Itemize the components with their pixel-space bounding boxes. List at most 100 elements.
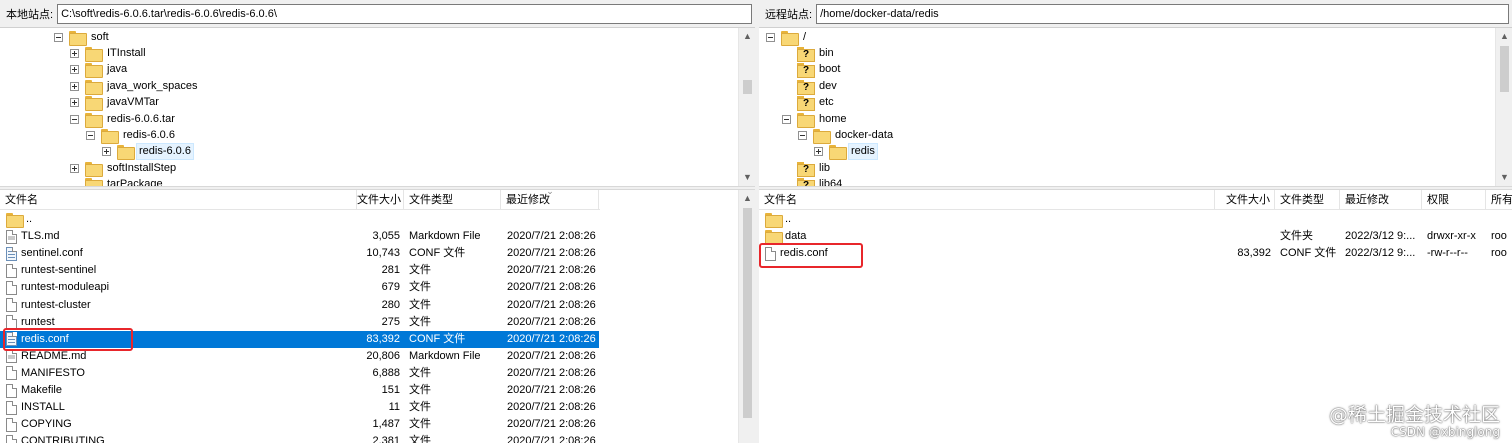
file-modified-cell: 2020/7/21 2:08:26: [507, 230, 596, 243]
file-row[interactable]: runtest-cluster 280 文件 2020/7/21 2:08:26: [0, 297, 599, 314]
folder-icon: [797, 112, 815, 128]
collapse-icon[interactable]: [70, 114, 79, 124]
tree-item[interactable]: boot: [782, 62, 842, 79]
file-name-cell: Makefile: [6, 382, 357, 399]
file-modified-cell: 2020/7/21 2:08:26: [507, 315, 596, 328]
folder-icon: [85, 46, 103, 62]
file-size-cell: 83,392: [1237, 247, 1271, 260]
file-size-cell: 83,392: [366, 332, 400, 345]
expand-icon[interactable]: [814, 147, 823, 157]
tree-item[interactable]: bin: [782, 45, 836, 62]
file-row[interactable]: sentinel.conf 10,743 CONF 文件 2020/7/21 2:08…: [0, 245, 599, 262]
file-modified-cell: 2020/7/21 2:08:26: [507, 366, 596, 379]
scroll-thumb[interactable]: [743, 208, 752, 418]
file-size-cell: 3,055: [372, 230, 400, 243]
file-row[interactable]: ..: [759, 211, 1512, 228]
tree-item[interactable]: redis-6.0.6.tar: [70, 111, 177, 128]
tree-item[interactable]: ITInstall: [70, 45, 148, 62]
col-header-size[interactable]: 文件大小: [1215, 190, 1275, 210]
file-row[interactable]: Makefile 151 文件 2020/7/21 2:08:26: [0, 382, 599, 399]
local-site-path-input[interactable]: [57, 3, 752, 24]
local-tree-scrollbar[interactable]: ▲ ▼: [738, 28, 755, 186]
scroll-up-icon[interactable]: ▲: [1496, 28, 1512, 45]
folder-icon: [765, 230, 783, 246]
expand-icon[interactable]: [70, 163, 79, 173]
expand-icon[interactable]: [70, 98, 79, 108]
file-row[interactable]: INSTALL 11 文件 2020/7/21 2:08:26: [0, 399, 599, 416]
tree-item[interactable]: dev: [782, 78, 839, 95]
tree-item[interactable]: javaVMTar: [70, 95, 161, 112]
col-header-modified[interactable]: 最近修改: [1340, 190, 1422, 210]
col-header-owner[interactable]: 所有: [1486, 190, 1512, 210]
file-icon: [6, 417, 17, 432]
file-size-cell: [1215, 228, 1271, 245]
config-file-icon: [6, 246, 17, 261]
scroll-up-icon[interactable]: ▲: [739, 28, 755, 45]
file-row[interactable]: runtest-moduleapi 679 文件 2020/7/21 2:08:26: [0, 279, 599, 296]
file-row[interactable]: data 文件夹 2022/3/12 9:... drwxr-xr-x roo: [759, 228, 1512, 246]
file-row[interactable]: COPYING 1,487 文件 2020/7/21 2:08:26: [0, 416, 599, 433]
tree-item[interactable]: lib64: [782, 177, 844, 186]
scroll-thumb[interactable]: [743, 80, 752, 94]
collapse-icon[interactable]: [798, 130, 807, 140]
collapse-icon[interactable]: [766, 32, 775, 42]
tree-item[interactable]: tarPackage: [70, 177, 165, 186]
file-type-cell: Markdown File: [409, 349, 481, 362]
expand-icon[interactable]: [70, 65, 79, 75]
collapse-icon[interactable]: [782, 114, 791, 124]
tree-item[interactable]: java: [70, 62, 129, 79]
file-type-cell: 文件: [409, 366, 431, 379]
tree-item-label: dev: [819, 79, 837, 92]
col-header-name[interactable]: 文件名: [0, 190, 357, 210]
scroll-thumb[interactable]: [1500, 46, 1509, 92]
expand-icon[interactable]: [70, 81, 79, 91]
file-row[interactable]: ..: [0, 211, 599, 228]
tree-item[interactable]: etc: [782, 95, 836, 112]
tree-item[interactable]: lib: [782, 160, 832, 177]
tree-item[interactable]: /: [766, 29, 808, 46]
markdown-file-icon: [6, 229, 17, 244]
collapse-icon[interactable]: [86, 130, 95, 140]
col-header-type[interactable]: 文件类型: [1275, 190, 1340, 210]
scroll-down-icon[interactable]: ▼: [739, 169, 755, 186]
file-type-cell: CONF 文件: [409, 332, 466, 345]
file-modified-cell: 2020/7/21 2:08:26: [507, 401, 596, 414]
file-row[interactable]: TLS.md 3,055 Markdown File 2020/7/21 2:08:2…: [0, 228, 599, 245]
col-header-size[interactable]: 文件大小: [357, 190, 404, 210]
tree-item-label: lib: [819, 161, 831, 174]
tree-item[interactable]: redis-6.0.6: [86, 127, 177, 144]
tree-item-label: /: [803, 30, 807, 43]
expand-icon[interactable]: [102, 147, 111, 157]
file-row[interactable]: runtest 275 文件 2020/7/21 2:08:26: [0, 314, 599, 331]
tree-item[interactable]: redis: [814, 143, 878, 161]
remote-site-path-input[interactable]: [816, 3, 1509, 24]
file-row[interactable]: README.md 20,806 Markdown File 2020/7/21 2:…: [0, 348, 599, 365]
col-header-permissions[interactable]: 权限: [1422, 190, 1486, 210]
local-list-header: 文件名 文件大小 文件类型 最近修改 ⌄: [0, 190, 600, 210]
tree-item[interactable]: java_work_spaces: [70, 78, 200, 95]
file-row[interactable]: CONTRIBUTING 2,381 文件 2020/7/21 2:08:26: [0, 433, 599, 443]
folder-icon: [117, 145, 135, 161]
file-size-cell: 2,381: [372, 435, 400, 443]
scroll-up-icon[interactable]: ▲: [739, 190, 755, 207]
file-modified-cell: 2020/7/21 2:08:26: [507, 247, 596, 260]
file-type-cell: 文件夹: [1280, 230, 1313, 243]
col-header-type[interactable]: 文件类型: [404, 190, 501, 210]
tree-item[interactable]: softInstallStep: [70, 160, 178, 177]
collapse-icon[interactable]: [54, 32, 63, 42]
file-row[interactable]: redis.conf 83,392 CONF 文件 2020/7/21 2:08:26: [0, 330, 599, 348]
tree-item[interactable]: redis-6.0.6: [102, 143, 194, 161]
file-row[interactable]: MANIFESTO 6,888 文件 2020/7/21 2:08:26: [0, 365, 599, 382]
file-size-cell: 151: [381, 384, 400, 396]
remote-tree-scrollbar[interactable]: ▲ ▼: [1495, 28, 1512, 186]
tree-item[interactable]: home: [782, 111, 849, 128]
file-type-cell: CONF 文件: [1280, 247, 1337, 260]
file-name: runtest-sentinel: [21, 264, 97, 277]
file-row[interactable]: runtest-sentinel 281 文件 2020/7/21 2:08:26: [0, 262, 599, 279]
local-list-scrollbar[interactable]: ▲: [738, 190, 755, 443]
scroll-down-icon[interactable]: ▼: [1496, 169, 1512, 186]
tree-item[interactable]: soft: [54, 29, 111, 46]
expand-icon[interactable]: [70, 48, 79, 58]
tree-item[interactable]: docker-data: [798, 127, 895, 144]
file-row[interactable]: redis.conf 83,392 CONF 文件 2022/3/12 9:... -r…: [759, 245, 1512, 262]
